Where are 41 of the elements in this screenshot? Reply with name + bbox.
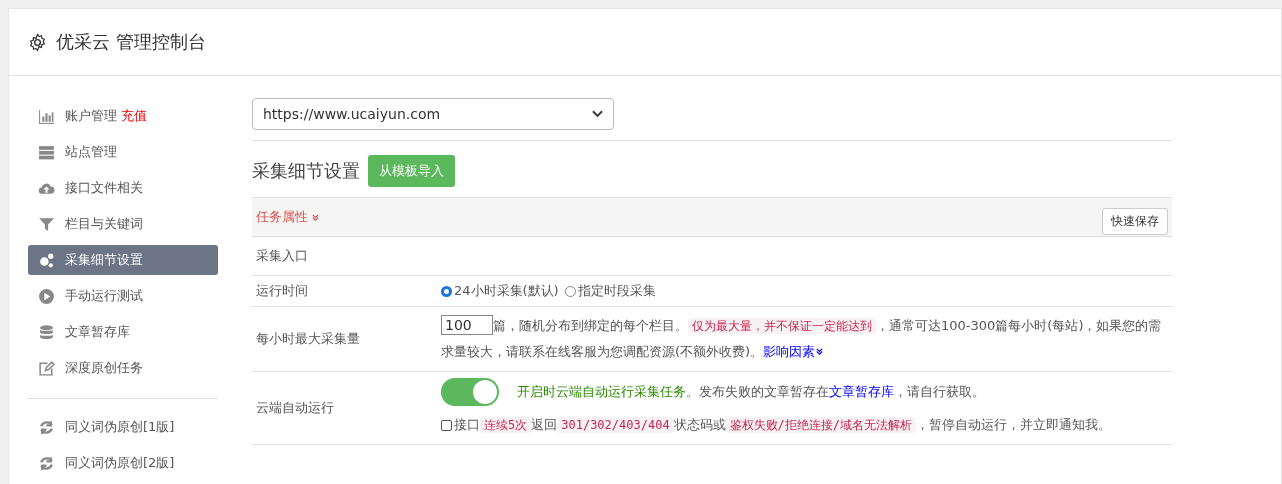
double-chevron-icon [815,347,825,356]
sidebar-item[interactable]: 采集细节设置 [28,245,218,275]
filter-icon [38,215,55,233]
edit-icon [38,359,55,377]
checkbox[interactable] [441,419,452,431]
row-label: 云端自动运行 [256,399,334,417]
toggle-switch[interactable] [441,378,499,406]
sidebar-item[interactable]: 深度原创任务 [28,350,218,386]
number-field[interactable]: 100 [441,315,493,335]
sidebar-item[interactable]: 手动运行测试 [28,278,218,314]
chevron-down-icon [592,110,603,118]
console-title: 优采云 管理控制台 [56,30,206,54]
site-select[interactable]: https://www.ucaiyun.com [252,98,614,130]
server-icon [38,143,55,161]
sidebar-item[interactable]: 同义词伪原创[2版] [28,445,218,481]
double-chevron-icon [311,212,320,222]
refresh-icon [38,418,55,436]
sidebar-item[interactable]: 同义词伪原创[1版] [28,409,218,445]
recharge-link[interactable]: 充值 [121,107,147,125]
row-label: 运行时间 [256,282,308,300]
database-icon [38,323,55,341]
sidebar-item[interactable]: 账户管理 充值 [28,98,218,134]
section-title: 采集细节设置 [252,159,360,183]
radio-option[interactable]: 指定时段采集 [564,282,656,300]
gears-icon [38,251,55,269]
play-icon [38,287,55,305]
notify-text: 接口 连续5次 返回 301/302/403/404 状态码或 鉴权失败/拒绝连接/域名无法解析 ，暂停自动运行，并立即通知我。 [454,416,1112,435]
sidebar-item[interactable]: 栏目与关键词 [28,206,218,242]
row-label: 采集入口 [256,247,308,265]
sidebar-item[interactable]: 文章暂存库 [28,314,218,350]
sidebar-item[interactable]: 站点管理 [28,134,218,170]
max-collection-text: 100 篇，随机分布到绑定的每个栏目。 仅为最大量，并不保证一定能达到 ，通常可达100-300篇每小时(每站)，如果您的需求量较大，请联系在线客服为您调配资源(不额外收费)。影响因素 [441,314,1163,361]
sidebar-item[interactable]: 接口文件相关 [28,170,218,206]
row-label: 每小时最大采集量 [256,330,360,348]
chart-icon [38,107,55,125]
auto-run-text: 开启时云端自动运行采集任务。发布失败的文章暂存在文章暂存库，请自行获取。 [517,383,985,401]
settings-icon [28,32,47,52]
radio-option[interactable]: 24小时采集(默认) [441,282,559,300]
quick-save-button[interactable]: 快速保存 [1102,207,1168,235]
refresh-icon [38,454,55,472]
task-properties-toggle[interactable]: 任务属性 [256,208,320,226]
